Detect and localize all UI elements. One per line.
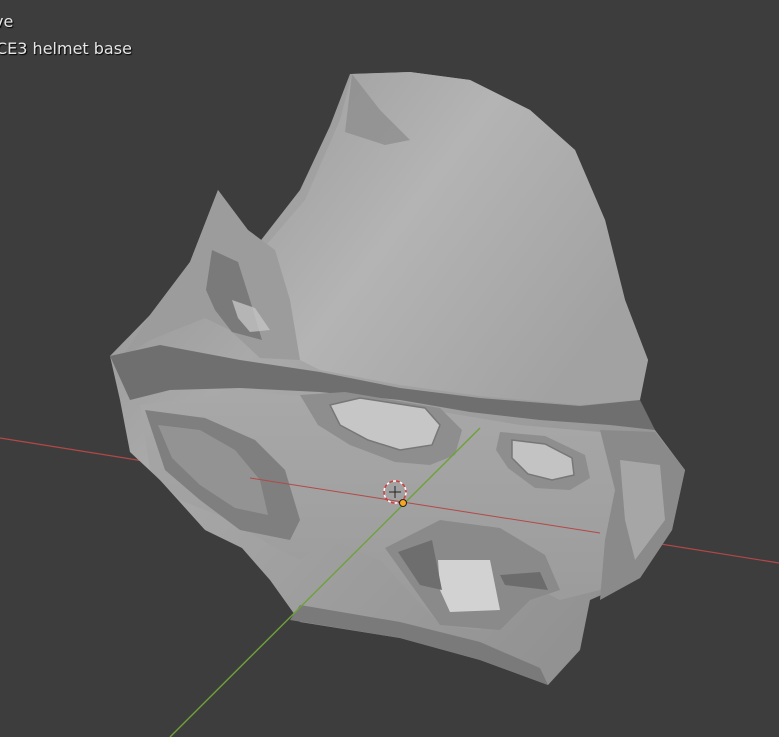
active-object-label: CE3 helmet base [0, 39, 132, 58]
viewport-canvas[interactable] [0, 0, 779, 737]
helmet-mesh[interactable] [110, 72, 685, 685]
viewport-mode-label: ve [0, 12, 14, 31]
3d-viewport[interactable]: ve CE3 helmet base [0, 0, 779, 737]
origin-dot-icon[interactable] [399, 499, 407, 507]
mouth-vent-inner [438, 560, 500, 612]
